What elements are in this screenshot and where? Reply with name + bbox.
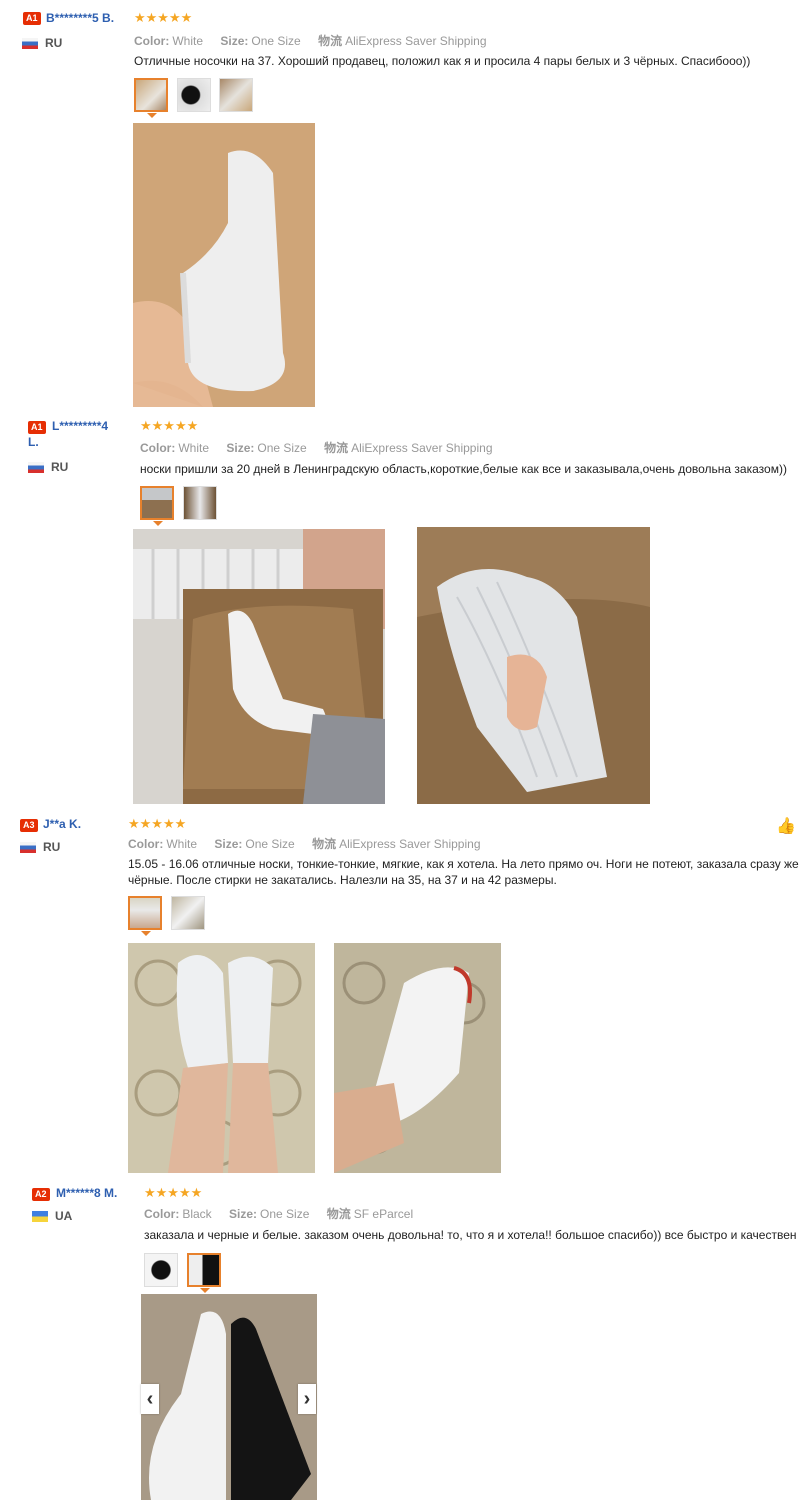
- review-meta: Color: Black Size: One Size 物流 SF eParcel: [144, 1207, 414, 1221]
- rating-stars: ★★★★★: [140, 418, 199, 433]
- flag-icon: [28, 462, 44, 473]
- photo-thumbnail[interactable]: [177, 78, 211, 112]
- review-photo[interactable]: [133, 123, 315, 407]
- next-photo-button[interactable]: ›: [298, 1384, 316, 1414]
- reviewer-name[interactable]: M******8 M.: [56, 1187, 117, 1200]
- rating-stars: ★★★★★: [134, 10, 193, 25]
- photo-thumbnail[interactable]: [128, 896, 162, 936]
- sock-on-chair-image: [133, 529, 385, 804]
- photo-thumbnail[interactable]: [171, 896, 205, 930]
- previous-photo-button[interactable]: ‹: [141, 1384, 159, 1414]
- review-meta: Color: White Size: One Size 物流 AliExpress S…: [134, 34, 487, 48]
- thumbs-up-icon[interactable]: 👍: [776, 816, 796, 836]
- black-white-socks-image: [141, 1294, 317, 1500]
- review-photo[interactable]: [141, 1294, 317, 1500]
- flag-icon: [20, 842, 36, 853]
- reviewer-name[interactable]: L*********4: [52, 420, 108, 433]
- photo-thumbnail[interactable]: [187, 1253, 221, 1293]
- rating-stars: ★★★★★: [128, 816, 187, 831]
- country-code: RU: [43, 840, 61, 854]
- photo-thumbnail[interactable]: [183, 486, 217, 520]
- reviewer-name[interactable]: J**a K.: [43, 818, 81, 831]
- review-photo[interactable]: [128, 943, 315, 1173]
- review-text: носки пришли за 20 дней в Ленинградскую …: [140, 462, 787, 476]
- review-text: 15.05 - 16.06 отличные носки, тонкие-тон…: [128, 857, 800, 871]
- feet-in-socks-image: [128, 943, 315, 1173]
- rating-stars: ★★★★★: [144, 1185, 203, 1200]
- country-code: RU: [45, 36, 63, 50]
- country-code: UA: [55, 1209, 73, 1223]
- review-meta: Color: White Size: One Size 物流 AliExpress S…: [140, 441, 493, 455]
- sock-photo-image: [133, 123, 315, 407]
- review-2: A1 L*********4 L. RU ★★★★★ Color: White S…: [0, 410, 800, 810]
- level-badge: A1: [23, 12, 41, 25]
- country-code: RU: [51, 460, 69, 474]
- photo-thumbnail[interactable]: [134, 78, 168, 118]
- review-3: A3 J**a K. RU 👍 ★★★★★ Color: White Size: O…: [0, 810, 800, 1180]
- level-badge: A3: [20, 819, 38, 832]
- review-photo[interactable]: [334, 943, 501, 1173]
- flag-icon: [32, 1211, 48, 1222]
- review-text-line2: чёрные. После стирки не закатались. Нале…: [128, 873, 557, 887]
- photo-thumbnail[interactable]: [140, 486, 174, 526]
- reviewer-name-line2[interactable]: L.: [28, 436, 39, 449]
- photo-thumbnail[interactable]: [144, 1253, 178, 1287]
- review-4: A2 M******8 M. UA ★★★★★ Color: Black Size…: [0, 1180, 800, 1500]
- review-photo[interactable]: [417, 527, 650, 804]
- reviewer-name[interactable]: B********5 B.: [46, 12, 114, 25]
- review-text: заказала и черные и белые. заказом очень…: [144, 1228, 797, 1242]
- review-meta: Color: White Size: One Size 物流 AliExpress S…: [128, 837, 481, 851]
- photo-thumbnail[interactable]: [219, 78, 253, 112]
- level-badge: A2: [32, 1188, 50, 1201]
- review-text: Отличные носочки на 37. Хороший продавец…: [134, 54, 751, 68]
- sock-stack-image: [417, 527, 650, 804]
- level-badge: A1: [28, 421, 46, 434]
- review-photo[interactable]: [133, 529, 385, 804]
- review-1: A1 B********5 B. RU ★★★★★ Color: White Si…: [0, 0, 800, 410]
- flag-icon: [22, 38, 38, 49]
- sneaker-image: [334, 943, 501, 1173]
